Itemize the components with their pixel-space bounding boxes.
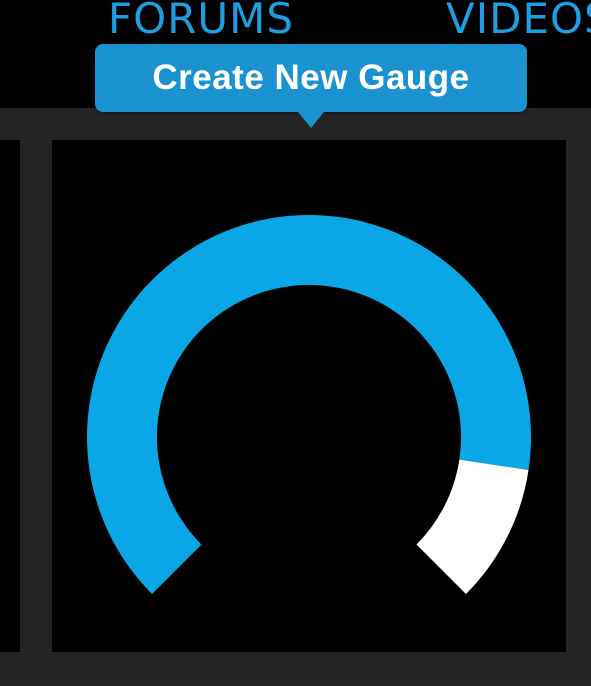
- create-new-gauge-label: Create New Gauge: [152, 58, 470, 97]
- nav-link-forums[interactable]: FORUMS: [108, 0, 294, 40]
- tooltip-pointer: [298, 112, 324, 128]
- gauge-widget: [86, 215, 531, 594]
- panel-frame-top: [0, 108, 591, 140]
- panel-frame-bottom: [0, 652, 591, 686]
- panel-frame-right: [566, 108, 591, 686]
- nav-link-videos[interactable]: VIDEOS: [446, 0, 591, 40]
- gauge-preview-panel: [52, 140, 566, 652]
- top-navigation: FORUMS VIDEOS: [0, 0, 591, 48]
- create-new-gauge-button[interactable]: Create New Gauge: [95, 44, 527, 112]
- panel-frame-left: [20, 108, 52, 686]
- gauge-remainder-arc: [416, 459, 529, 594]
